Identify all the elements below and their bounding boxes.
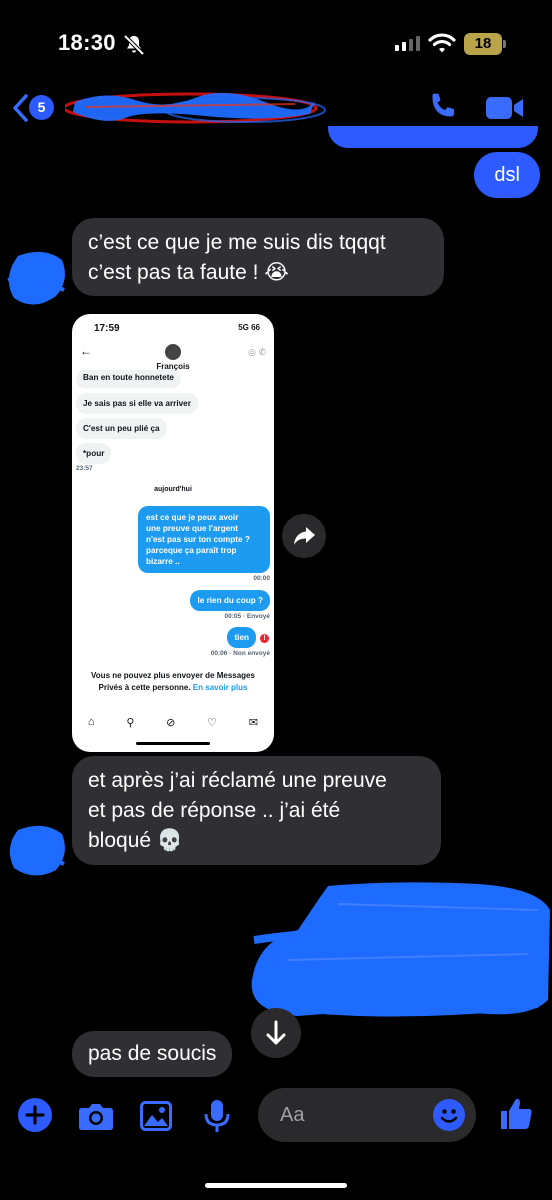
phone-call-icon[interactable] xyxy=(425,90,459,124)
battery-nub xyxy=(503,40,506,48)
shot-timestamp: 23:57 xyxy=(76,465,93,472)
shot-recv-bubble: *pour xyxy=(76,443,112,464)
shot-home-icon: ⌂ xyxy=(87,716,95,728)
scroll-to-bottom-button[interactable] xyxy=(251,1008,301,1058)
message-line: et pas de réponse .. j’ai été xyxy=(88,799,341,822)
shot-grok-icon: ⊘ xyxy=(166,716,176,729)
shot-status-network: 5G 66 xyxy=(238,323,260,332)
forward-arrow-icon xyxy=(294,527,315,545)
shot-header-icons: ◎ ✆ xyxy=(248,347,266,357)
shot-messages-icon: ✉ xyxy=(248,716,259,729)
shot-recv-bubble: Je sais pas si elle va arriver xyxy=(76,393,198,414)
received-message-bubble[interactable]: et après j’ai réclamé une preuve et pas … xyxy=(72,756,441,865)
redacted-avatar[interactable] xyxy=(4,246,68,310)
gallery-icon[interactable] xyxy=(140,1101,172,1131)
sent-message-bubble-partial[interactable] xyxy=(328,126,538,148)
message-line: bloqué 💀 xyxy=(88,829,184,852)
shot-line: parceque ça paraît trop xyxy=(146,546,237,555)
home-indicator xyxy=(205,1183,347,1188)
message-line: c’est ce que je me suis dis tqqqt xyxy=(88,231,386,254)
status-time: 18:30 xyxy=(58,30,116,55)
shot-avatar xyxy=(165,344,181,360)
signal-icon xyxy=(395,36,420,51)
received-message-bubble[interactable]: c’est ce que je me suis dis tqqqt c’est … xyxy=(72,218,444,296)
shot-search-icon: ⚲ xyxy=(126,716,135,729)
shot-line: une preuve que l'argent xyxy=(146,524,239,533)
shot-learn-more-link: En savoir plus xyxy=(192,683,248,692)
shot-sent-bubble: tien xyxy=(227,627,256,648)
shot-error-icon: ! xyxy=(260,634,269,643)
camera-icon[interactable] xyxy=(78,1101,114,1131)
shot-timestamp: 00:06 · Non envoyé xyxy=(210,650,270,657)
shot-recv-bubble: Ban en toute honnetete xyxy=(76,370,181,388)
thumbs-up-icon[interactable] xyxy=(498,1096,534,1132)
shot-timestamp: 00:05 · Envoyé xyxy=(224,613,270,620)
plus-button[interactable] xyxy=(18,1098,52,1132)
shot-line: n'est pas sur ton compte ? xyxy=(146,535,250,544)
wifi-icon xyxy=(428,33,456,53)
shot-timestamp: 00:00 xyxy=(253,575,270,582)
shot-day-separator: aujourd'hui xyxy=(154,486,192,493)
shot-home-indicator xyxy=(136,742,210,745)
sent-message-bubble[interactable]: dsl xyxy=(474,152,540,198)
bell-off-icon xyxy=(123,34,145,56)
forward-button[interactable] xyxy=(282,514,326,558)
redacted-avatar[interactable] xyxy=(6,818,70,882)
shot-sent-bubble: le rien du coup ? xyxy=(190,590,270,611)
message-line: c’est pas ta faute ! 😭 xyxy=(88,261,289,284)
redacted-contact-name[interactable] xyxy=(65,82,330,130)
shot-status-time: 17:59 xyxy=(94,323,120,334)
emoji-button[interactable] xyxy=(433,1099,465,1131)
video-call-icon[interactable] xyxy=(485,94,525,122)
shot-tab-bar: ⌂ ⚲ ⊘ ♡ ✉ xyxy=(72,712,274,732)
shot-line: bizarre .. xyxy=(146,557,180,566)
shot-recv-bubble: C'est un peu plié ça xyxy=(76,418,167,439)
battery-indicator: 18 xyxy=(464,33,502,55)
unread-count-badge[interactable]: 5 xyxy=(29,95,54,120)
microphone-icon[interactable] xyxy=(204,1099,230,1133)
shot-notifications-icon: ♡ xyxy=(207,716,218,729)
shot-notice-line: Privés à cette personne. xyxy=(98,683,191,692)
shot-sent-bubble: est ce que je peux avoir une preuve que … xyxy=(138,506,270,573)
plus-icon xyxy=(25,1105,45,1125)
received-message-bubble[interactable]: pas de soucis xyxy=(72,1031,233,1077)
shot-notice-line: Vous ne pouvez plus envoyer de Messages xyxy=(91,671,255,680)
shared-screenshot-image[interactable]: 17:59 5G 66 ← ◎ ✆ François Ban en toute … xyxy=(72,314,274,752)
message-line: et après j’ai réclamé une preuve xyxy=(88,769,387,792)
shot-back-arrow-icon: ← xyxy=(80,344,92,358)
arrow-down-icon xyxy=(266,1020,286,1045)
shot-blocked-notice: Vous ne pouvez plus envoyer de Messages … xyxy=(86,670,260,694)
shot-line: est ce que je peux avoir xyxy=(146,513,239,522)
smiley-icon xyxy=(440,1109,458,1123)
